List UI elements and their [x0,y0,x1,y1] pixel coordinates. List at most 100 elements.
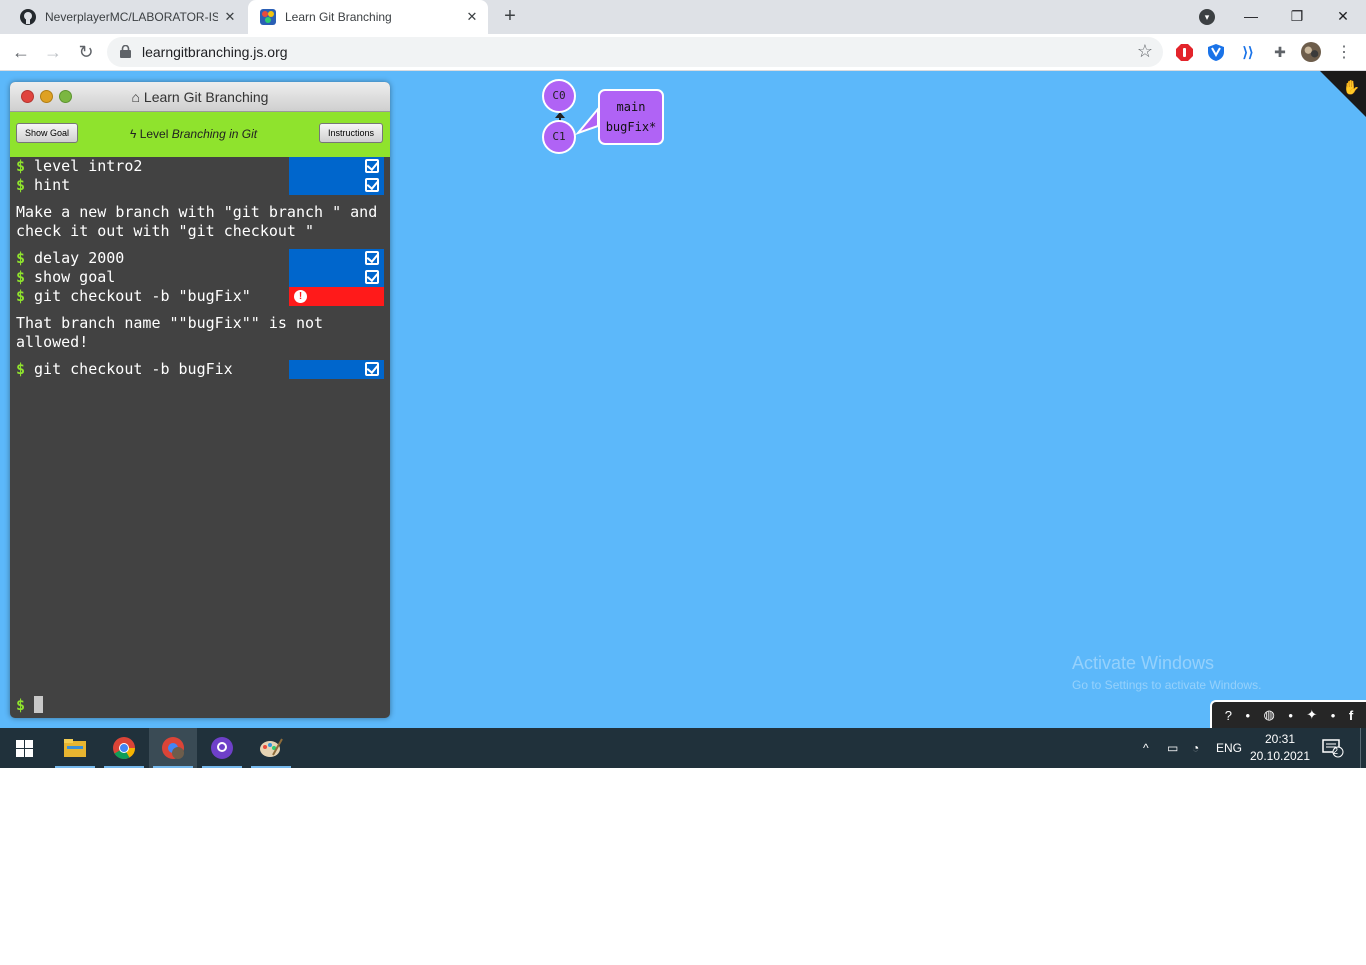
level-prefix: Level [139,127,169,141]
running-indicator [104,766,144,768]
branch-label[interactable]: main bugFix* [598,89,664,145]
forward-icon[interactable]: → [40,40,66,66]
commit-node[interactable]: C0 [542,79,576,113]
activate-windows-watermark: Activate Windows Go to Settings to activ… [1072,653,1261,692]
command-status-error: ! [289,287,384,306]
command-status-ok [289,176,384,195]
separator-dot-icon: • [1330,707,1336,723]
system-clock[interactable]: 20:31 20.10.2021 [1248,731,1312,765]
prompt-symbol: $ [16,287,26,305]
running-indicator [153,766,193,768]
command-row: $ git checkout -b "bugFix" ! [10,287,390,306]
input-language[interactable]: ENG [1216,728,1242,768]
tab-title: NeverplayerMC/LABORATOR-ISW [45,10,218,24]
close-dot-icon[interactable] [21,90,34,103]
show-desktop-button[interactable] [1360,728,1361,768]
globe-icon[interactable]: ◍ [1264,707,1275,723]
chrome-icon[interactable] [100,728,148,768]
prompt-symbol: $ [16,176,26,194]
branch-pointer-arrow [574,106,599,136]
twitter-icon[interactable]: ✦ [1306,707,1317,723]
terminal-title: Learn Git Branching [143,89,269,105]
command-text: delay 2000 [34,249,125,267]
command-text: show goal [34,268,116,286]
checkbox-icon [365,178,379,192]
show-goal-button[interactable]: Show Goal [16,123,79,143]
checkbox-icon [365,159,379,173]
branch-name: bugFix* [605,120,657,134]
lock-icon [120,45,131,58]
command-row: $ level intro2 [10,157,390,176]
tab-search-icon[interactable]: ▾ [1199,9,1215,25]
social-links-bar: ? • ◍ • ✦ • f [1210,700,1366,728]
extensions-puzzle-icon[interactable]: ✚ [1270,42,1290,62]
adblock-extension-icon[interactable] [1174,42,1194,62]
checkbox-icon [365,251,379,265]
command-input[interactable]: $ [16,696,44,714]
restore-icon[interactable]: ❐ [1274,4,1320,28]
tab-github[interactable]: NeverplayerMC/LABORATOR-ISW ✕ [8,0,246,34]
command-status-ok [289,360,384,379]
url-text: learngitbranching.js.org [142,44,288,60]
home-icon: ⌂ [131,89,141,105]
facebook-icon[interactable]: f [1349,708,1353,723]
wifi-icon[interactable]: ◔ [1192,728,1199,768]
instructions-button[interactable]: Instructions [319,123,384,143]
minimize-dot-icon[interactable] [40,90,53,103]
profile-avatar[interactable] [1301,42,1321,62]
chrome-menu-icon[interactable]: ⋮ [1334,42,1354,62]
watermark-subtitle: Go to Settings to activate Windows. [1072,678,1262,692]
learngitbranching-favicon-icon [260,9,276,25]
github-desktop-icon[interactable] [198,728,246,768]
address-bar[interactable]: learngitbranching.js.org ☆ [107,37,1163,67]
help-icon[interactable]: ? [1225,708,1232,723]
watermark-title: Activate Windows [1072,653,1215,673]
commit-node[interactable]: C1 [542,120,576,154]
maximize-dot-icon[interactable] [59,90,72,103]
shield-extension-icon[interactable] [1206,42,1226,62]
separator-dot-icon: • [1245,707,1251,723]
level-name: Branching in Git [171,127,258,141]
minimize-icon[interactable]: — [1228,4,1274,28]
chrome-profile-icon[interactable] [149,728,197,768]
notification-center-icon[interactable]: 2 [1322,728,1344,768]
prompt-symbol: $ [16,268,26,286]
back-icon[interactable]: ← [8,40,34,66]
command-text: level intro2 [34,157,143,175]
running-indicator [251,766,291,768]
command-history: $ level intro2 $ hint Make a new branch wi… [10,157,390,379]
command-row: $ git checkout -b bugFix [10,360,390,379]
browser-toolbar: ← → ↻ learngitbranching.js.org ☆ ⟩⟩ ✚ ⋮ [0,34,1366,71]
clock-date: 20.10.2021 [1249,749,1311,763]
command-status-ok [289,249,384,268]
close-tab-icon[interactable]: ✕ [460,9,484,25]
battery-icon[interactable]: ▭ [1167,728,1178,768]
running-indicator [55,766,95,768]
running-indicator [202,766,242,768]
screen: NeverplayerMC/LABORATOR-ISW ✕ Learn Git … [0,0,1366,768]
prompt-symbol: $ [16,360,26,378]
close-window-icon[interactable]: ✕ [1320,4,1366,28]
new-tab-button[interactable]: + [498,5,522,29]
browser-tab-strip: NeverplayerMC/LABORATOR-ISW ✕ Learn Git … [0,0,1366,34]
windows-start-icon[interactable] [0,728,48,768]
paint-icon[interactable] [247,728,295,768]
branch-name: main [616,100,646,114]
prompt-symbol: $ [16,249,26,267]
wireless-extension-icon[interactable]: ⟩⟩ [1238,42,1258,62]
reload-icon[interactable]: ↻ [73,40,99,66]
show-hidden-icons[interactable]: ^ [1143,728,1149,768]
page-viewport: ⌂ Learn Git Branching Show Goal ϟ Level … [0,71,1366,728]
prompt-symbol: $ [16,696,26,714]
octocat-icon: ✋ [1342,79,1360,95]
tab-learn-git-branching[interactable]: Learn Git Branching ✕ [248,0,488,34]
close-tab-icon[interactable]: ✕ [218,9,242,25]
command-row: $ delay 2000 [10,249,390,268]
separator-dot-icon: • [1288,707,1293,723]
level-toolbar: Show Goal ϟ Level Branching in Git Instr… [10,112,390,157]
hint-message: Make a new branch with "git branch " and… [16,203,378,240]
command-row: $ show goal [10,268,390,287]
bookmark-star-icon[interactable]: ☆ [1137,41,1153,62]
terminal-titlebar: ⌂ Learn Git Branching [10,82,390,112]
file-explorer-icon[interactable] [51,728,99,768]
